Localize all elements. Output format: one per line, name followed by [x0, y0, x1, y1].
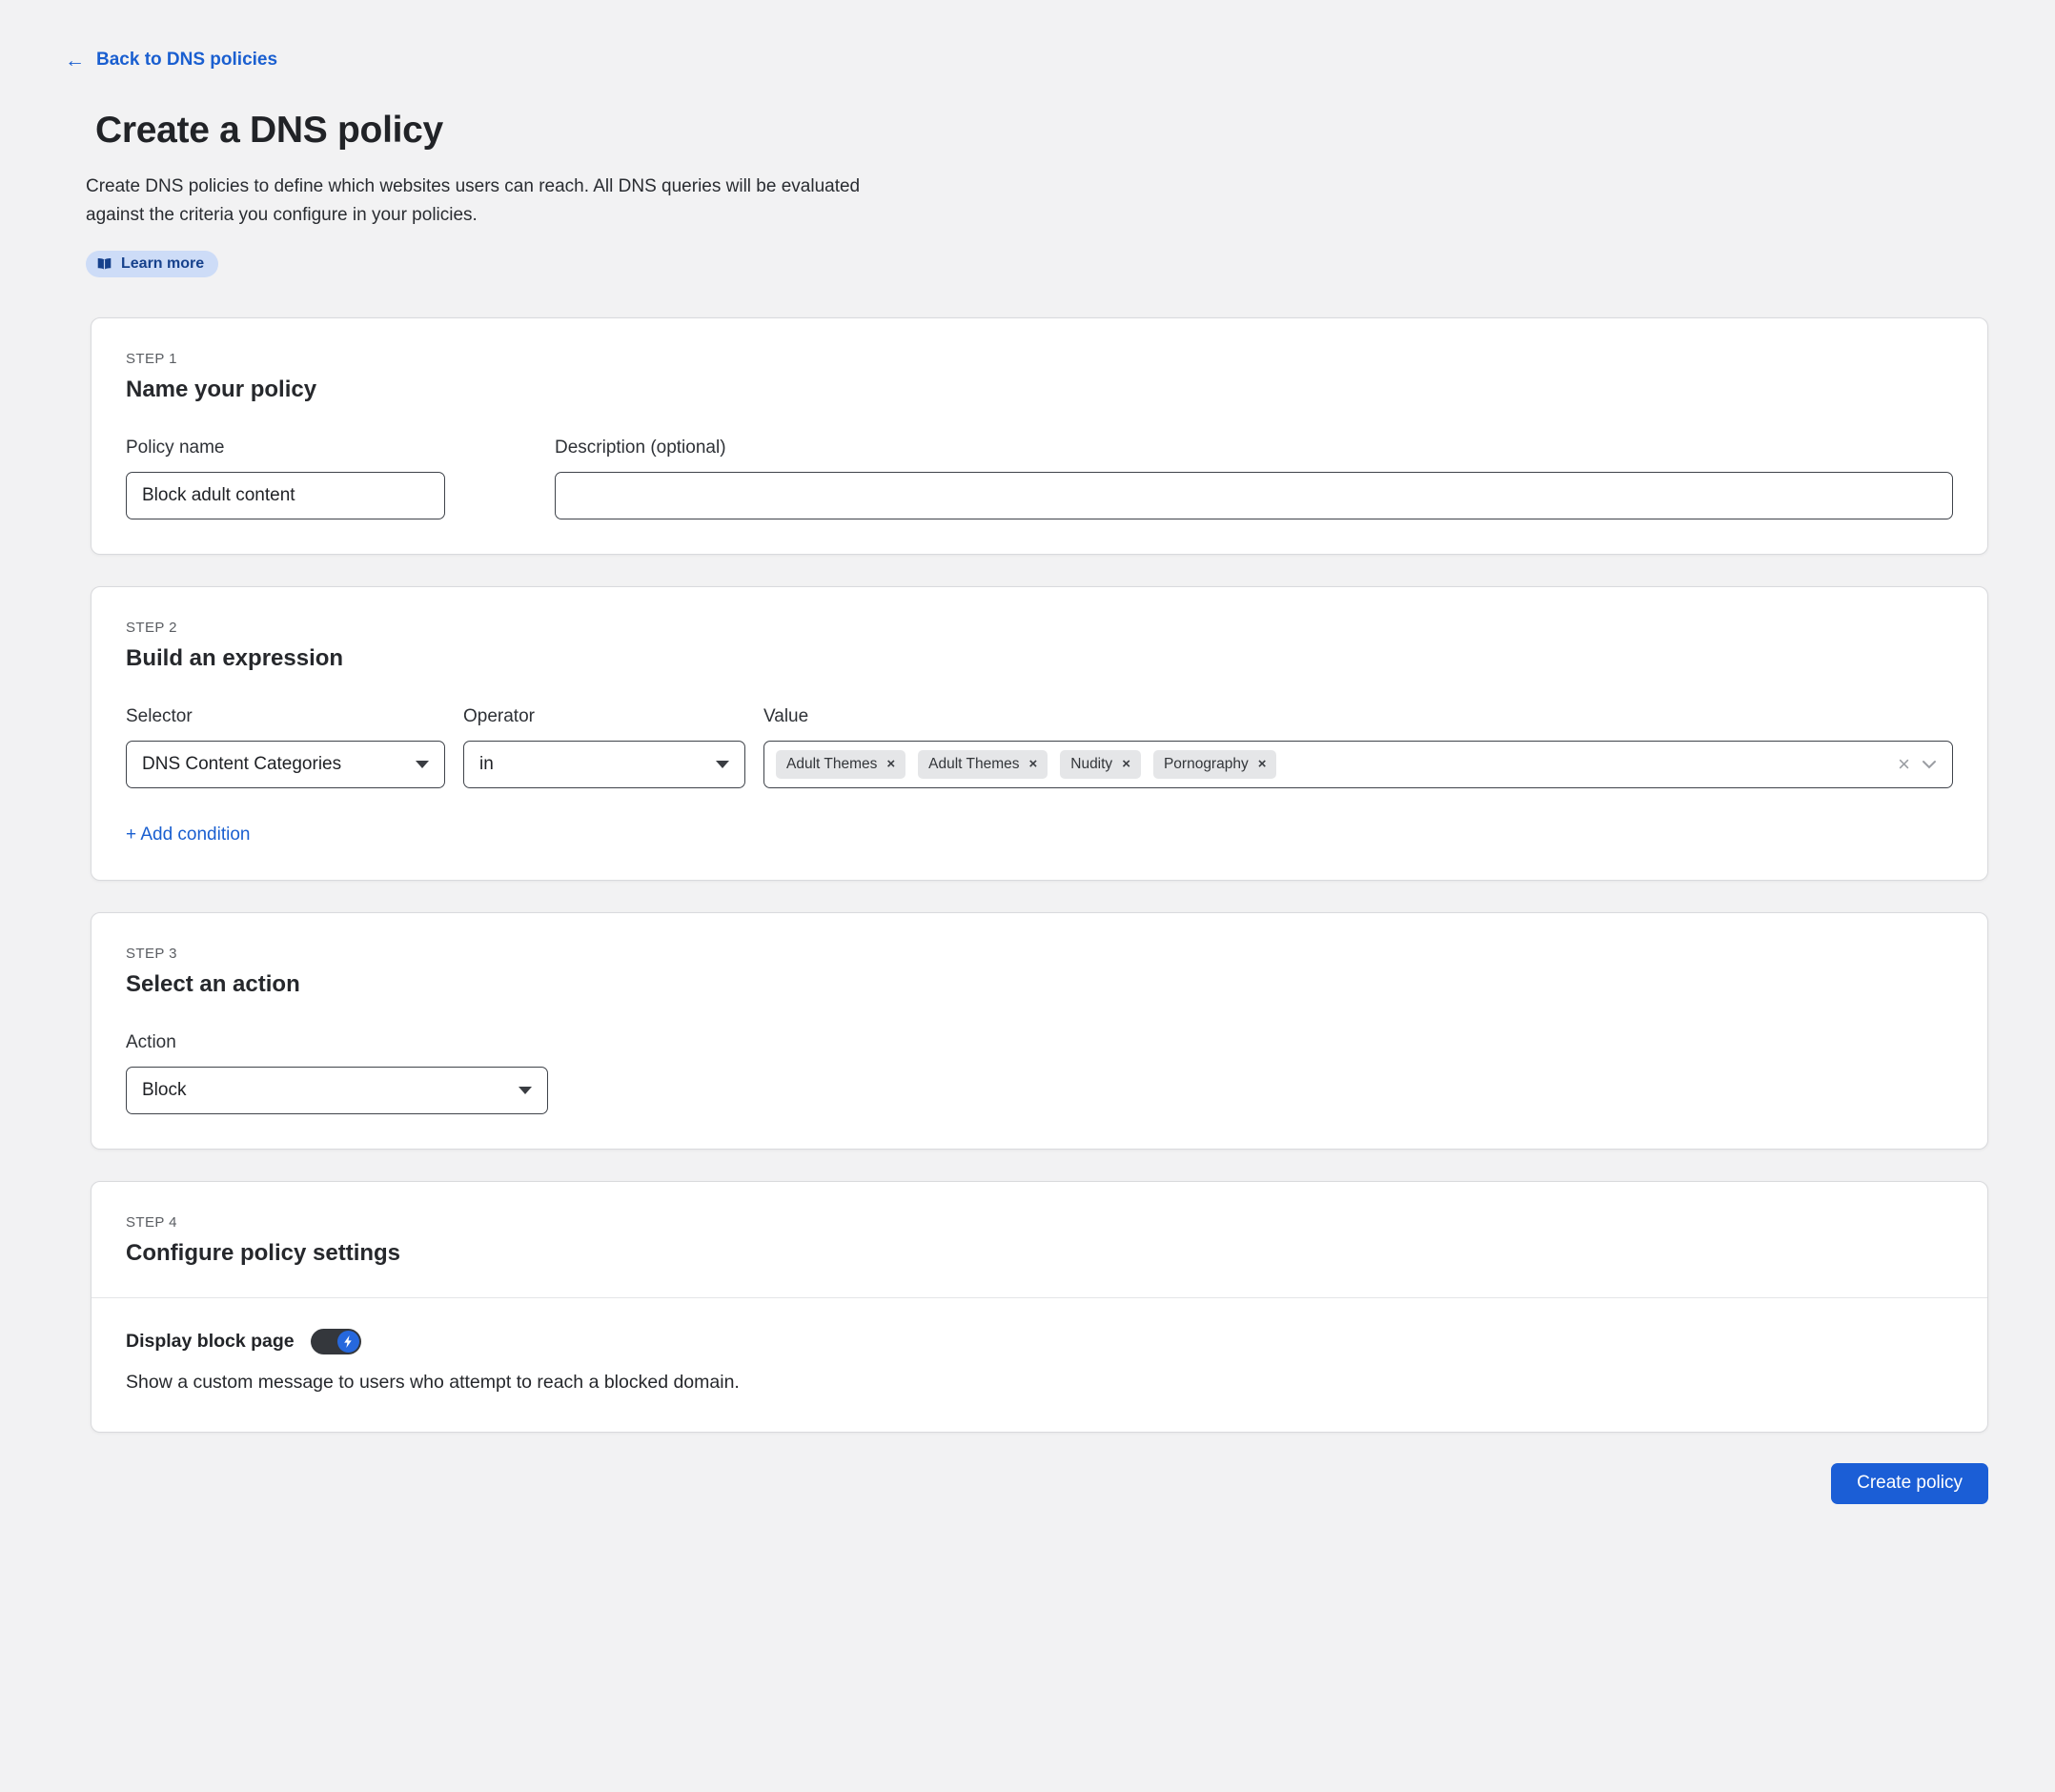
- remove-tag-icon[interactable]: ×: [1028, 757, 1037, 771]
- step4-settings: Display block page Show a custom message…: [92, 1298, 1987, 1432]
- selector-label: Selector: [126, 706, 445, 727]
- clear-value-icon[interactable]: ×: [1898, 754, 1910, 775]
- display-block-page-toggle[interactable]: [311, 1329, 361, 1354]
- create-policy-button[interactable]: Create policy: [1831, 1463, 1988, 1504]
- step2-title: Build an expression: [126, 645, 1953, 672]
- action-dropdown-value: Block: [142, 1080, 186, 1101]
- value-tag: Nudity ×: [1060, 750, 1141, 779]
- add-condition-link[interactable]: + Add condition: [126, 825, 250, 845]
- step4-header: STEP 4 Configure policy settings: [92, 1182, 1987, 1297]
- step4-step-label: STEP 4: [126, 1214, 1953, 1231]
- chevron-down-icon[interactable]: [1922, 760, 1937, 769]
- step3-step-label: STEP 3: [126, 946, 1953, 962]
- back-arrow-icon: ←: [65, 51, 85, 71]
- display-block-page-label: Display block page: [126, 1331, 295, 1353]
- value-tag: Adult Themes ×: [918, 750, 1048, 779]
- value-tag-label: Nudity: [1070, 756, 1112, 773]
- chevron-down-icon: [519, 1087, 532, 1094]
- expression-row: Selector DNS Content Categories Operator…: [126, 706, 1953, 788]
- remove-tag-icon[interactable]: ×: [1122, 757, 1130, 771]
- policy-name-label: Policy name: [126, 438, 445, 458]
- step3-card: STEP 3 Select an action Action Block: [91, 912, 1988, 1150]
- description-label: Description (optional): [555, 438, 1953, 458]
- page-description: Create DNS policies to define which webs…: [86, 173, 905, 230]
- value-tag-label: Pornography: [1164, 756, 1249, 773]
- policy-form: STEP 1 Name your policy Policy name Desc…: [91, 317, 1988, 1433]
- value-multiselect[interactable]: Adult Themes×Adult Themes×Nudity×Pornogr…: [763, 741, 1953, 788]
- policy-name-field: Policy name: [126, 438, 445, 519]
- step1-fields: Policy name Description (optional): [126, 438, 1953, 519]
- step2-step-label: STEP 2: [126, 620, 1953, 636]
- selector-dropdown-value: DNS Content Categories: [142, 754, 341, 775]
- chevron-down-icon: [416, 761, 429, 768]
- action-dropdown[interactable]: Block: [126, 1067, 548, 1114]
- display-block-page-description: Show a custom message to users who attem…: [126, 1372, 1953, 1394]
- value-tag: Pornography ×: [1153, 750, 1277, 779]
- value-tag-label: Adult Themes: [786, 756, 877, 773]
- step4-title: Configure policy settings: [126, 1240, 1953, 1267]
- step2-card: STEP 2 Build an expression Selector DNS …: [91, 586, 1988, 881]
- operator-dropdown[interactable]: in: [463, 741, 745, 788]
- operator-dropdown-value: in: [479, 754, 494, 775]
- action-label: Action: [126, 1032, 1953, 1053]
- book-icon: [96, 257, 112, 271]
- back-link[interactable]: ← Back to DNS policies: [65, 50, 277, 71]
- description-field: Description (optional): [555, 438, 1953, 519]
- display-block-page-row: Display block page: [126, 1329, 1953, 1354]
- value-tag: Adult Themes ×: [776, 750, 905, 779]
- chevron-down-icon: [716, 761, 729, 768]
- description-input[interactable]: [555, 472, 1953, 519]
- toggle-knob-icon: [337, 1331, 359, 1353]
- footer-actions: Create policy: [91, 1463, 1988, 1561]
- operator-column: Operator in: [463, 706, 745, 788]
- selector-dropdown[interactable]: DNS Content Categories: [126, 741, 445, 788]
- value-label: Value: [763, 706, 1953, 727]
- step1-step-label: STEP 1: [126, 351, 1953, 367]
- value-column: Value Adult Themes×Adult Themes×Nudity×P…: [763, 706, 1953, 788]
- selector-column: Selector DNS Content Categories: [126, 706, 445, 788]
- step1-card: STEP 1 Name your policy Policy name Desc…: [91, 317, 1988, 555]
- operator-label: Operator: [463, 706, 745, 727]
- remove-tag-icon[interactable]: ×: [886, 757, 895, 771]
- remove-tag-icon[interactable]: ×: [1258, 757, 1267, 771]
- back-link-label: Back to DNS policies: [96, 50, 277, 71]
- step1-title: Name your policy: [126, 377, 1953, 403]
- learn-more-label: Learn more: [121, 255, 204, 273]
- step4-card: STEP 4 Configure policy settings Display…: [91, 1181, 1988, 1433]
- learn-more-button[interactable]: Learn more: [86, 251, 218, 277]
- action-field: Action Block: [126, 1032, 1953, 1114]
- page-title: Create a DNS policy: [95, 110, 2055, 152]
- value-tag-list: Adult Themes×Adult Themes×Nudity×Pornogr…: [776, 750, 1886, 779]
- value-tag-label: Adult Themes: [928, 756, 1019, 773]
- policy-name-input[interactable]: [126, 472, 445, 519]
- step3-title: Select an action: [126, 971, 1953, 998]
